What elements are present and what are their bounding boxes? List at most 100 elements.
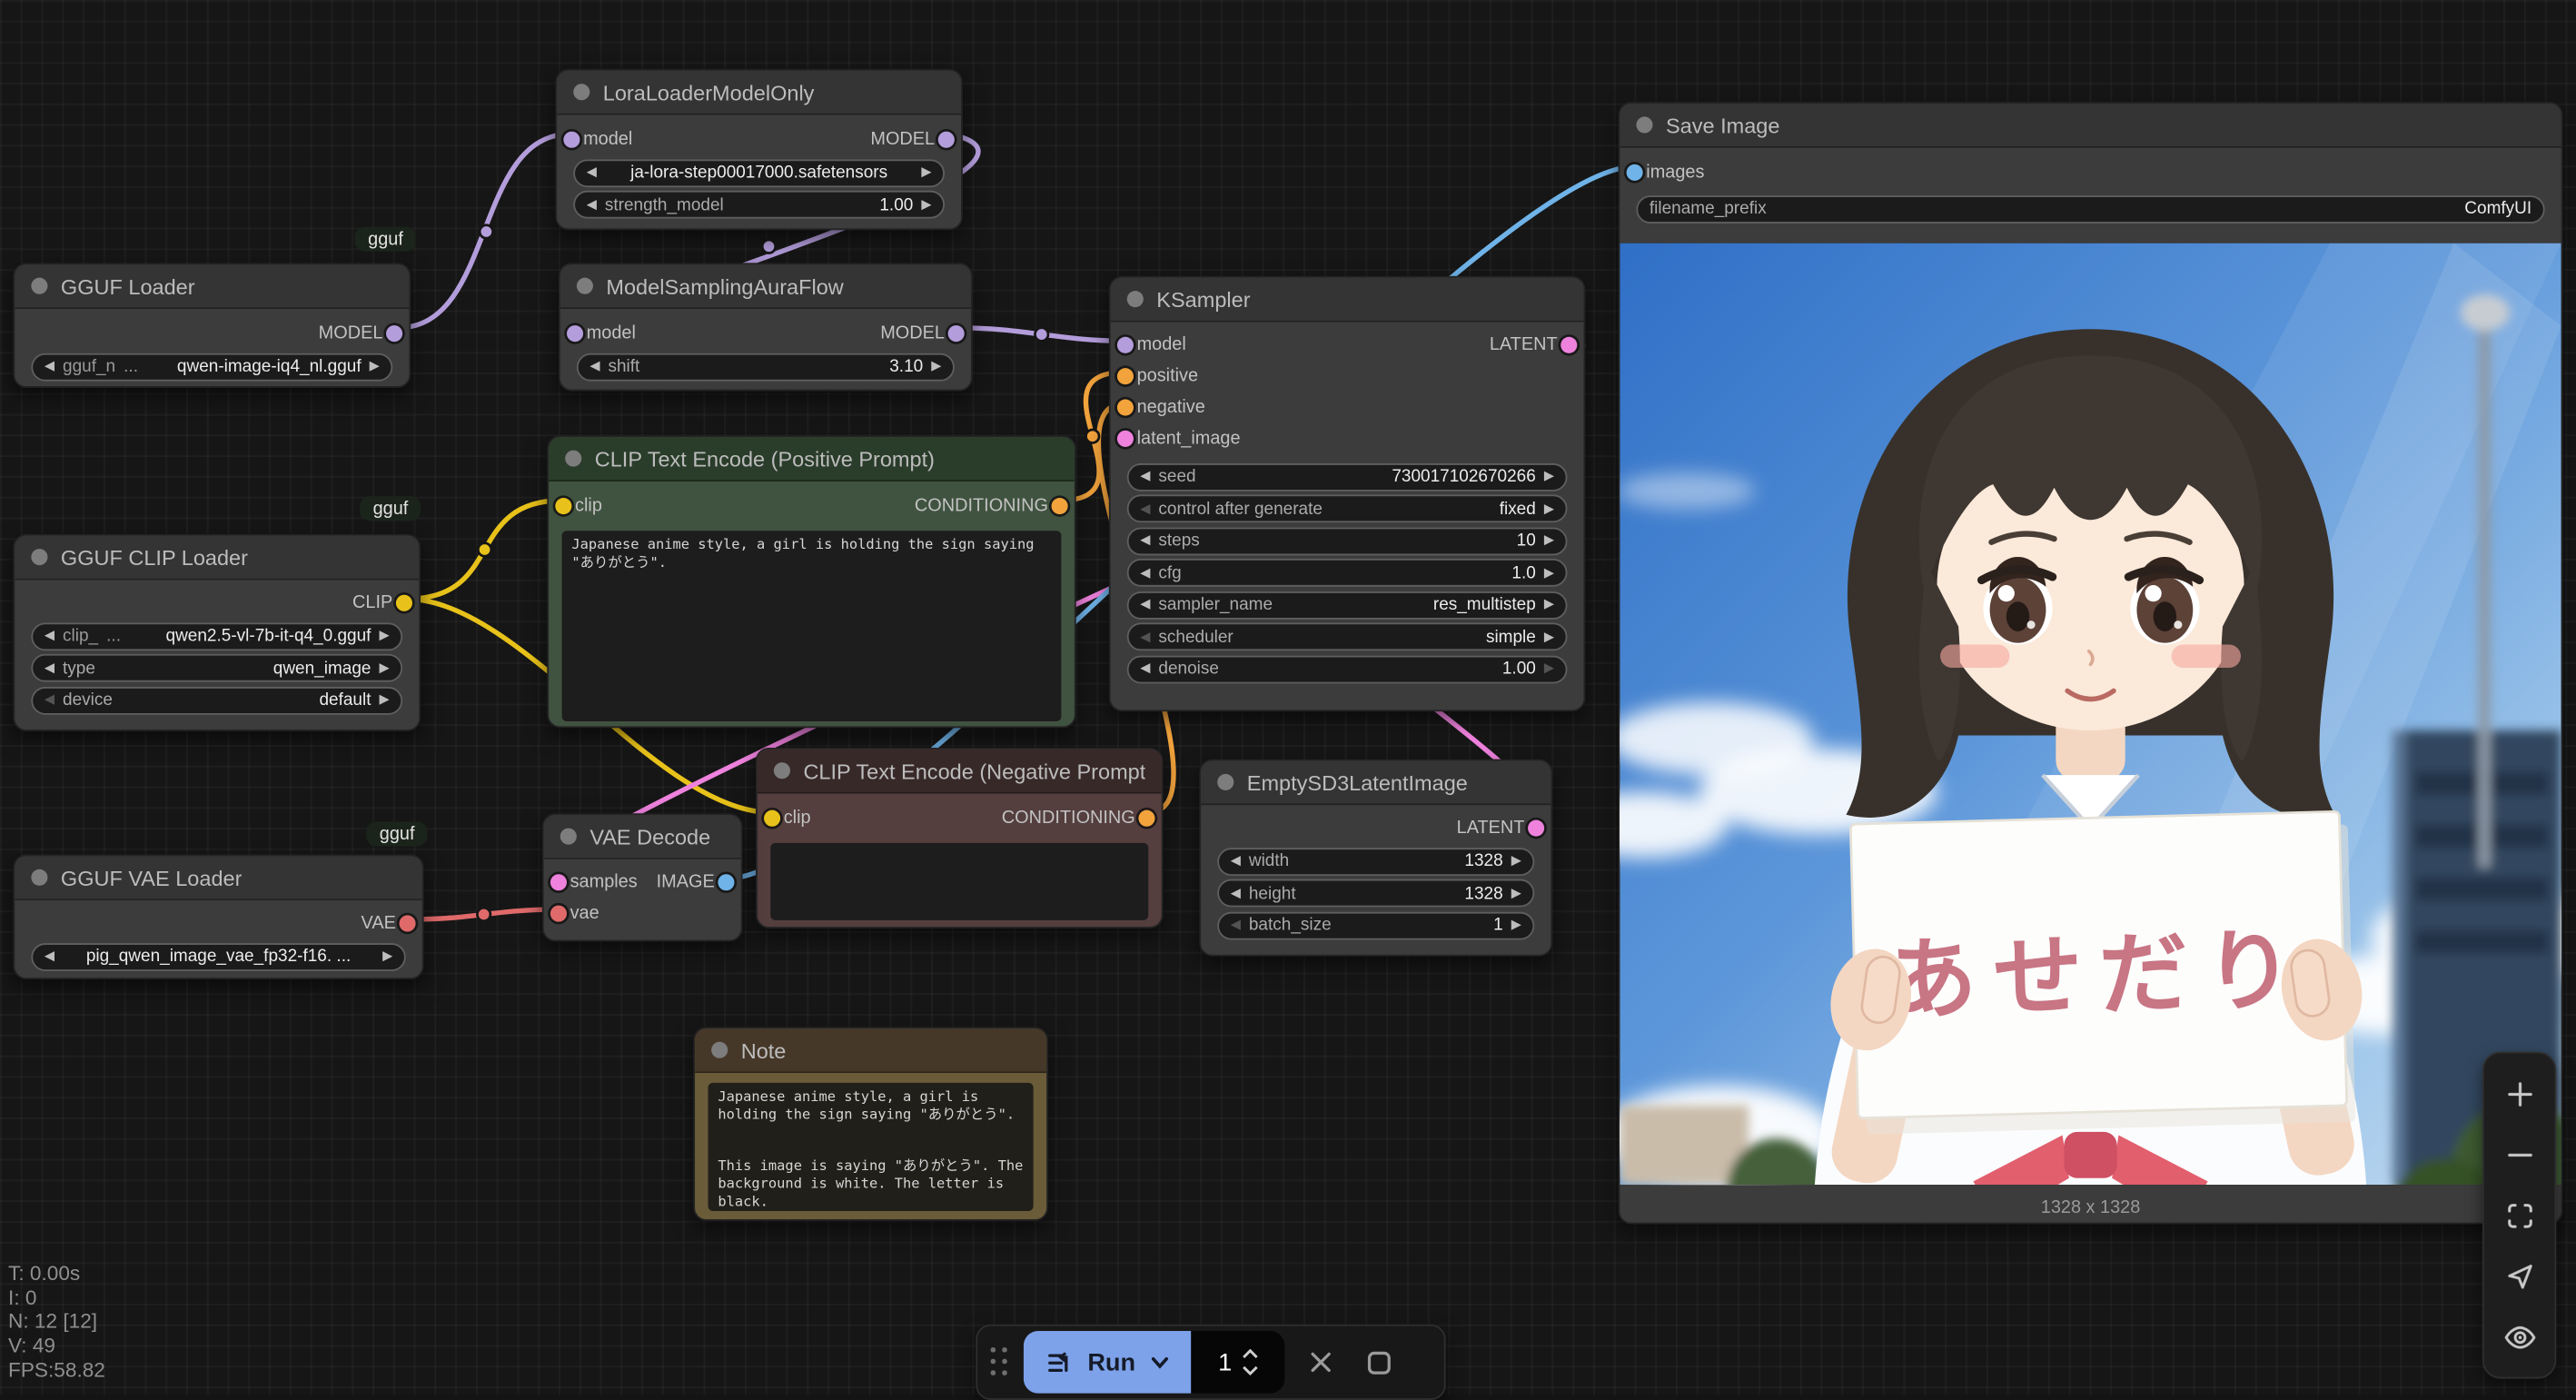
type-widget[interactable]: ◀ type qwen_image ▶ [31, 654, 402, 682]
stepper-up-icon[interactable] [1242, 1349, 1258, 1359]
input-port-latent-image[interactable] [1117, 430, 1134, 446]
arrow-right-icon[interactable]: ▶ [380, 661, 390, 674]
arrow-right-icon[interactable]: ▶ [1544, 470, 1554, 482]
input-port-model[interactable] [567, 324, 583, 341]
collapse-dot-icon[interactable] [31, 278, 47, 294]
node-gguf-loader[interactable]: GGUF Loader MODEL ◀ gguf_n ... qwen-imag… [13, 263, 411, 387]
device-widget[interactable]: ◀ device default ▶ [31, 686, 402, 714]
width-widget[interactable]: ◀ width 1328 ▶ [1217, 847, 1534, 875]
collapse-dot-icon[interactable] [565, 451, 581, 467]
note-textarea[interactable]: Japanese anime style, a girl is holding … [708, 1083, 1034, 1211]
arrow-left-icon[interactable]: ◀ [1140, 662, 1150, 675]
node-header[interactable]: GGUF Loader [15, 264, 409, 309]
node-header[interactable]: LoraLoaderModelOnly [557, 71, 961, 115]
height-widget[interactable]: ◀ height 1328 ▶ [1217, 879, 1534, 908]
arrow-right-icon[interactable]: ▶ [921, 198, 931, 211]
arrow-right-icon[interactable]: ▶ [1544, 598, 1554, 611]
node-header[interactable]: EmptySD3LatentImage [1201, 760, 1551, 805]
node-clip-text-encode-negative[interactable]: CLIP Text Encode (Negative Prompt) clip … [756, 748, 1164, 928]
collapse-dot-icon[interactable] [31, 869, 47, 886]
node-header[interactable]: ModelSamplingAuraFlow [560, 264, 971, 309]
input-port-positive[interactable] [1117, 367, 1134, 383]
steps-widget[interactable]: ◀ steps 10 ▶ [1127, 527, 1568, 555]
arrow-right-icon[interactable]: ▶ [382, 949, 392, 962]
clip-name-widget[interactable]: ◀ clip_ ... qwen2.5-vl-7b-it-q4_0.gguf ▶ [31, 622, 402, 650]
gguf-name-widget[interactable]: ◀ gguf_n ... qwen-image-iq4_nl.gguf ▶ [31, 352, 392, 381]
arrow-right-icon[interactable]: ▶ [1544, 534, 1554, 547]
arrow-right-icon[interactable]: ▶ [1544, 566, 1554, 579]
arrow-left-icon[interactable]: ◀ [587, 166, 597, 179]
denoise-widget[interactable]: ◀ denoise 1.00 ▶ [1127, 655, 1568, 683]
node-header[interactable]: CLIP Text Encode (Positive Prompt) [549, 437, 1075, 482]
output-port-vae[interactable] [400, 915, 416, 931]
generated-image-preview[interactable]: あせだり [1620, 243, 2561, 1185]
input-port-vae[interactable] [550, 905, 567, 921]
arrow-right-icon[interactable]: ▶ [1544, 662, 1554, 675]
arrow-right-icon[interactable]: ▶ [1511, 887, 1521, 899]
node-header[interactable]: Note [695, 1028, 1046, 1073]
node-clip-text-encode-positive[interactable]: CLIP Text Encode (Positive Prompt) clip … [547, 435, 1075, 728]
arrow-right-icon[interactable]: ▶ [1511, 855, 1521, 868]
input-port-samples[interactable] [550, 873, 567, 889]
arrow-left-icon[interactable]: ◀ [1140, 598, 1150, 611]
arrow-right-icon[interactable]: ▶ [1544, 630, 1554, 643]
chevron-down-icon[interactable] [1149, 1351, 1172, 1374]
arrow-right-icon[interactable]: ▶ [380, 693, 390, 706]
node-header[interactable]: KSampler [1111, 278, 1584, 323]
collapse-dot-icon[interactable] [774, 762, 790, 779]
zoom-out-button[interactable] [2494, 1129, 2543, 1178]
arrow-right-icon[interactable]: ▶ [1511, 918, 1521, 931]
arrow-right-icon[interactable]: ▶ [1544, 502, 1554, 515]
output-port-latent[interactable] [1528, 819, 1544, 836]
input-port-model[interactable] [563, 131, 580, 147]
input-port-clip[interactable] [764, 809, 780, 826]
collapse-dot-icon[interactable] [560, 829, 577, 845]
node-graph-canvas[interactable]: gguf gguf gguf LoraLoaderModelOnly model… [0, 0, 2576, 1395]
arrow-left-icon[interactable]: ◀ [1140, 534, 1150, 547]
output-port-clip[interactable] [396, 594, 412, 611]
seed-widget[interactable]: ◀ seed 730017102670266 ▶ [1127, 462, 1568, 491]
node-header[interactable]: VAE Decode [544, 815, 741, 859]
output-port-conditioning[interactable] [1052, 497, 1068, 513]
strength-model-widget[interactable]: ◀ strength_model 1.00 ▶ [573, 191, 945, 219]
zoom-in-button[interactable] [2494, 1069, 2543, 1118]
collapse-dot-icon[interactable] [1636, 116, 1652, 133]
arrow-left-icon[interactable]: ◀ [587, 198, 597, 211]
node-header[interactable]: GGUF VAE Loader [15, 856, 422, 900]
arrow-left-icon[interactable]: ◀ [1140, 470, 1150, 482]
batch-count-input[interactable]: 1 [1192, 1331, 1285, 1394]
arrow-left-icon[interactable]: ◀ [45, 630, 54, 642]
shift-widget[interactable]: ◀ shift 3.10 ▶ [577, 352, 955, 381]
collapse-dot-icon[interactable] [1217, 774, 1234, 790]
output-port-model[interactable] [948, 324, 965, 341]
positive-prompt-textarea[interactable]: Japanese anime style, a girl is holding … [562, 531, 1062, 721]
node-empty-sd3-latent-image[interactable]: EmptySD3LatentImage LATENT ◀ width 1328 … [1199, 760, 1552, 957]
arrow-left-icon[interactable]: ◀ [590, 360, 599, 372]
collapse-dot-icon[interactable] [1127, 291, 1144, 307]
arrow-left-icon[interactable]: ◀ [1140, 566, 1150, 579]
drag-handle[interactable] [991, 1347, 1009, 1377]
arrow-left-icon[interactable]: ◀ [45, 949, 54, 962]
node-lora-loader-model-only[interactable]: LoraLoaderModelOnly model MODEL ◀ ja-lor… [555, 69, 963, 230]
arrow-left-icon[interactable]: ◀ [45, 360, 54, 372]
node-gguf-vae-loader[interactable]: GGUF VAE Loader VAE ◀ pig_qwen_image_vae… [13, 855, 423, 979]
sampler-name-widget[interactable]: ◀ sampler_name res_multistep ▶ [1127, 591, 1568, 619]
arrow-left-icon[interactable]: ◀ [45, 661, 54, 674]
node-ksampler[interactable]: KSampler model LATENT positive negative … [1109, 276, 1586, 711]
output-port-model[interactable] [938, 131, 955, 147]
fit-view-button[interactable] [2494, 1190, 2543, 1239]
arrow-right-icon[interactable]: ▶ [921, 166, 931, 179]
cfg-widget[interactable]: ◀ cfg 1.0 ▶ [1127, 559, 1568, 587]
stop-button[interactable] [1357, 1341, 1400, 1384]
input-port-model[interactable] [1117, 336, 1134, 352]
output-port-conditioning[interactable] [1138, 809, 1154, 826]
arrow-left-icon[interactable]: ◀ [1231, 887, 1241, 899]
collapse-dot-icon[interactable] [573, 84, 590, 100]
output-port-image[interactable] [718, 873, 734, 889]
output-port-latent[interactable] [1560, 336, 1577, 352]
node-header[interactable]: Save Image [1620, 104, 2561, 148]
output-port-model[interactable] [386, 324, 402, 341]
node-save-image[interactable]: Save Image images filename_prefix ComfyU… [1619, 102, 2563, 1224]
control-after-generate-widget[interactable]: ◀ control after generate fixed ▶ [1127, 494, 1568, 522]
arrow-left-icon[interactable]: ◀ [1140, 502, 1150, 515]
